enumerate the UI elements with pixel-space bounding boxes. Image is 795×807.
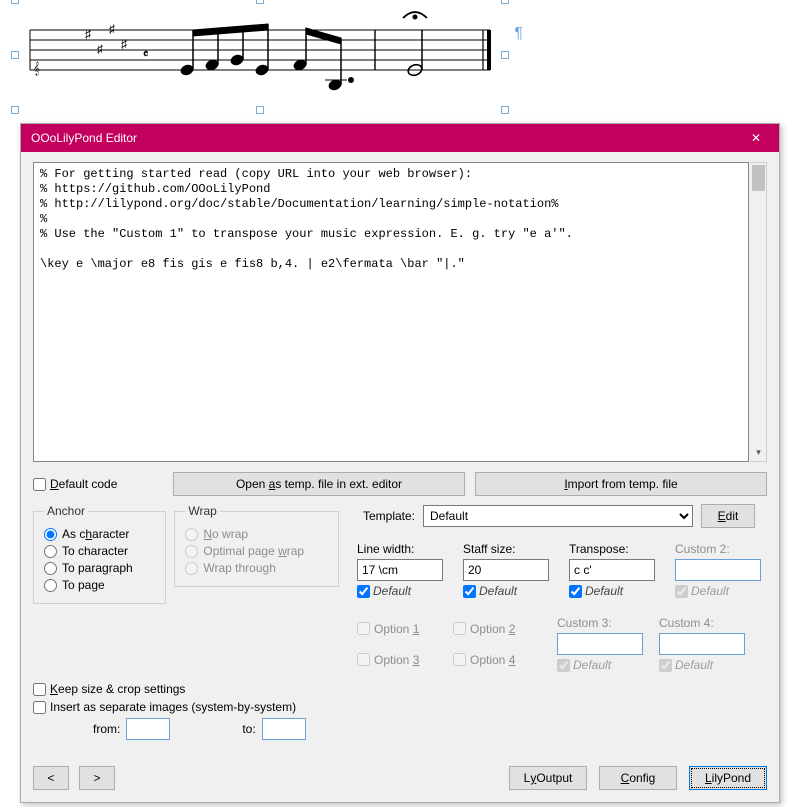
- music-notation-selection[interactable]: 𝄞 ♯ ♯ ♯ ♯ 𝄴: [15, 0, 505, 110]
- resize-handle-mr[interactable]: [501, 51, 509, 59]
- resize-handle-bl[interactable]: [11, 106, 19, 114]
- close-icon: ✕: [751, 131, 761, 145]
- wrap-through-radio: [185, 562, 198, 575]
- transpose-default-checkbox[interactable]: [569, 585, 582, 598]
- custom3-default-label: Default: [573, 658, 611, 672]
- config-button[interactable]: Config: [599, 766, 677, 790]
- staffsize-default-label: Default: [479, 584, 517, 598]
- wrap-through-label: Wrap through: [203, 561, 276, 575]
- from-input[interactable]: [126, 718, 170, 740]
- insert-separate-checkbox[interactable]: [33, 701, 46, 714]
- insert-separate-label: Insert as separate images (system-by-sys…: [50, 700, 296, 714]
- custom2-label: Custom 2:: [675, 542, 767, 556]
- open-temp-file-label: Open as temp. file in ext. editor: [236, 477, 402, 491]
- lilypond-button[interactable]: LilyPond: [689, 766, 767, 790]
- linewidth-label: Line width:: [357, 542, 449, 556]
- to-label: to:: [242, 722, 255, 736]
- pilcrow-mark: ¶: [514, 25, 523, 43]
- wrap-group: Wrap No wrap Optimal page wrap Wrap thro…: [174, 504, 339, 587]
- resize-handle-tr[interactable]: [501, 0, 509, 4]
- ly-output-button[interactable]: Ly Output: [509, 766, 587, 790]
- custom3-input: [557, 633, 643, 655]
- option3-checkbox: [357, 653, 370, 666]
- ooolilypond-editor-dialog: OOoLilyPond Editor ✕ % For getting start…: [20, 123, 780, 803]
- wrap-no-wrap-label: No wrap: [203, 527, 248, 541]
- anchor-to-page-label: To page: [62, 578, 105, 592]
- import-temp-file-button[interactable]: Import from temp. file: [475, 472, 767, 496]
- default-code-checkbox[interactable]: [33, 478, 46, 491]
- option4-label: Option 4: [470, 653, 515, 667]
- titlebar: OOoLilyPond Editor ✕: [21, 124, 779, 152]
- transpose-input[interactable]: [569, 559, 655, 581]
- custom3-label: Custom 3:: [557, 616, 649, 630]
- keep-size-checkbox[interactable]: [33, 683, 46, 696]
- custom4-default-checkbox: [659, 659, 672, 672]
- code-editor[interactable]: % For getting started read (copy URL int…: [33, 162, 749, 462]
- anchor-as-character-label: As character: [62, 527, 129, 541]
- staffsize-label: Staff size:: [463, 542, 555, 556]
- option1-checkbox: [357, 622, 370, 635]
- linewidth-input[interactable]: [357, 559, 443, 581]
- resize-handle-ml[interactable]: [11, 51, 19, 59]
- wrap-optimal-label: Optimal page wrap: [203, 544, 304, 558]
- from-label: from:: [93, 722, 120, 736]
- anchor-to-paragraph-radio[interactable]: [44, 562, 57, 575]
- resize-handle-tl[interactable]: [11, 0, 19, 4]
- import-temp-file-label: Import from temp. file: [564, 477, 677, 491]
- custom2-input: [675, 559, 761, 581]
- custom2-default-label: Default: [691, 584, 729, 598]
- option4-checkbox: [453, 653, 466, 666]
- anchor-as-character-radio[interactable]: [44, 528, 57, 541]
- custom4-input: [659, 633, 745, 655]
- staffsize-default-checkbox[interactable]: [463, 585, 476, 598]
- option1-label: Option 1: [374, 622, 419, 636]
- template-label: Template:: [357, 509, 415, 523]
- linewidth-default-checkbox[interactable]: [357, 585, 370, 598]
- edit-button[interactable]: Edit: [701, 504, 755, 528]
- template-select[interactable]: Default: [423, 505, 693, 527]
- anchor-group: Anchor As character To character To para…: [33, 504, 166, 604]
- close-button[interactable]: ✕: [741, 127, 771, 149]
- next-button[interactable]: >: [79, 766, 115, 790]
- option2-label: Option 2: [470, 622, 515, 636]
- default-code-label: DDefault codeefault code: [50, 477, 117, 491]
- resize-handle-br[interactable]: [501, 106, 509, 114]
- staffsize-input[interactable]: [463, 559, 549, 581]
- option2-checkbox: [453, 622, 466, 635]
- anchor-to-page-radio[interactable]: [44, 579, 57, 592]
- option3-label: Option 3: [374, 653, 419, 667]
- selection-handles: [15, 0, 505, 110]
- custom4-label: Custom 4:: [659, 616, 751, 630]
- anchor-to-paragraph-label: To paragraph: [62, 561, 133, 575]
- to-input[interactable]: [262, 718, 306, 740]
- wrap-no-wrap-radio: [185, 528, 198, 541]
- wrap-optimal-radio: [185, 545, 198, 558]
- anchor-to-character-label: To character: [62, 544, 128, 558]
- custom4-default-label: Default: [675, 658, 713, 672]
- window-title: OOoLilyPond Editor: [31, 131, 137, 145]
- prev-button[interactable]: <: [33, 766, 69, 790]
- custom3-default-checkbox: [557, 659, 570, 672]
- open-temp-file-button[interactable]: Open as temp. file in ext. editor: [173, 472, 465, 496]
- scrollbar-down-icon[interactable]: ▾: [750, 444, 767, 461]
- transpose-label: Transpose:: [569, 542, 661, 556]
- scrollbar-thumb[interactable]: [752, 165, 765, 191]
- custom2-default-checkbox: [675, 585, 688, 598]
- transpose-default-label: Default: [585, 584, 623, 598]
- resize-handle-tm[interactable]: [256, 0, 264, 4]
- editor-scrollbar[interactable]: ▾: [750, 162, 767, 462]
- linewidth-default-label: Default: [373, 584, 411, 598]
- resize-handle-bm[interactable]: [256, 106, 264, 114]
- keep-size-label: Keep size & crop settings: [50, 682, 185, 696]
- wrap-legend: Wrap: [185, 504, 219, 518]
- anchor-to-character-radio[interactable]: [44, 545, 57, 558]
- anchor-legend: Anchor: [44, 504, 88, 518]
